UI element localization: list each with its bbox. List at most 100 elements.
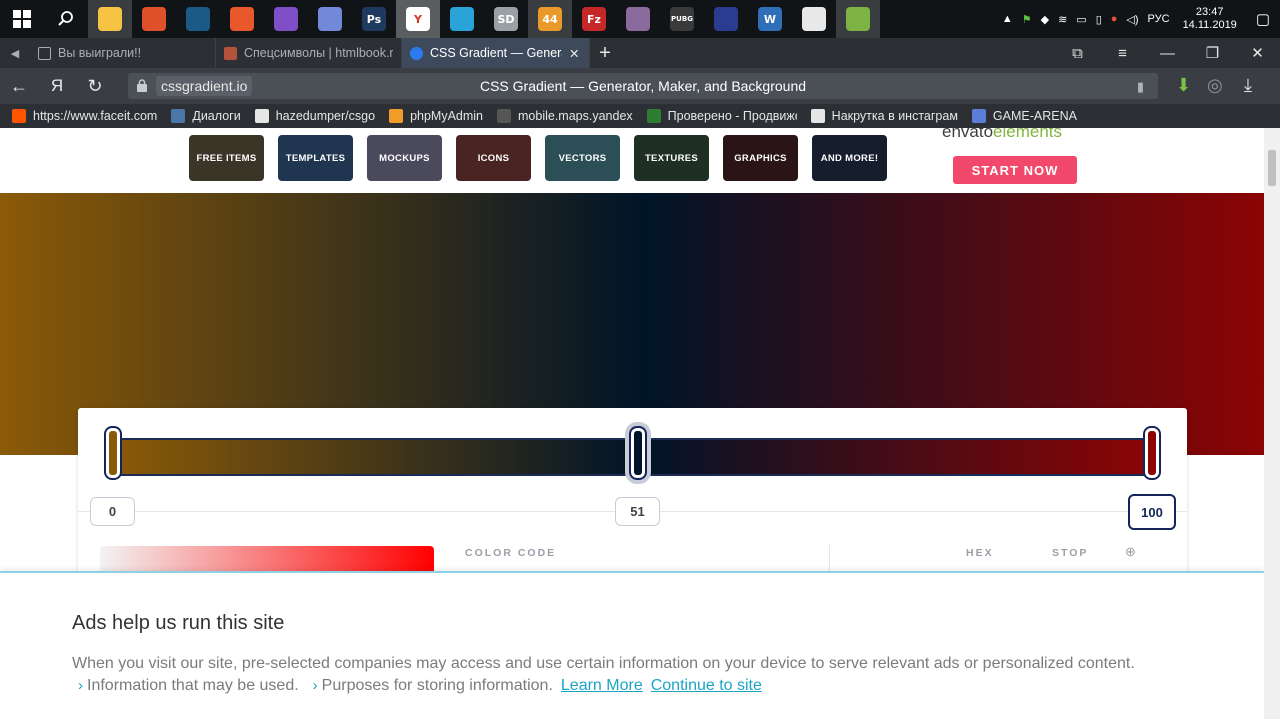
taskbar-cs[interactable] [792,0,836,38]
taskbar-telegram[interactable]: 44 [528,0,572,38]
flag-icon[interactable]: ⚑ [1022,13,1032,26]
envato-logo[interactable]: envatoelements [942,128,1062,142]
clock[interactable]: 23:47 14.11.2019 [1183,6,1237,32]
bookmark-item[interactable]: GAME-ARENA [971,109,1077,123]
close-tab-icon[interactable]: ✕ [569,46,579,61]
start-now-button[interactable]: START NOW [953,156,1077,184]
ad-tile-vectors[interactable]: VECTORS [545,135,620,181]
envato-brand: envato [942,128,994,141]
ad-tile-free-items[interactable]: FREE ITEMS [189,135,264,181]
bookmark-favicon-icon [971,109,986,123]
bookmark-item[interactable]: mobile.maps.yandex [497,109,633,123]
clock-date: 14.11.2019 [1182,19,1237,31]
taskbar-notepad[interactable] [836,0,880,38]
windows-start-icon [10,7,34,31]
address-bar-row: ← Я ↻ cssgradient.io CSS Gradient — Gene… [0,68,1280,104]
notepad-icon [846,7,870,31]
close-window-button[interactable]: ✕ [1235,44,1280,62]
taskbar-shield-app[interactable] [132,0,176,38]
reload-button[interactable]: ↻ [76,68,114,104]
taskbar-arrow-app[interactable] [220,0,264,38]
scrollbar-thumb[interactable] [1268,150,1276,186]
stop-label-0[interactable]: 0 [90,497,135,526]
system-tray: ▲ ⚑ ◆ ≋ ▭ ▯ ● ◁) РУС 23:47 14.11.2019 ▢ [1002,0,1280,38]
language-indicator[interactable]: РУС [1148,13,1170,25]
tab-audio-icon[interactable]: ◀ [0,47,30,60]
clipboard-icon[interactable]: ▯ [1096,13,1102,26]
taskbar-filezilla[interactable]: Fz [572,0,616,38]
bookmark-item[interactable]: hazedumper/csgo [254,109,375,123]
purposes-toggle[interactable]: › Purposes for storing information. [313,677,553,695]
taskbar-file-explorer[interactable] [88,0,132,38]
taskbar-windows-start[interactable] [0,0,44,38]
ad-tile-and-more[interactable]: AND MORE! [812,135,887,181]
taskbar-w-app[interactable]: W [748,0,792,38]
wifi-icon[interactable]: ≋ [1058,13,1067,26]
chevron-up-icon[interactable]: ▲ [1002,13,1013,25]
drop-icon[interactable]: ◆ [1041,13,1049,26]
steam-icon [186,7,210,31]
back-button[interactable]: ← [0,68,38,104]
omnibox[interactable]: cssgradient.io CSS Gradient — Generator,… [128,73,1158,99]
elements-brand: elements [993,128,1063,141]
tab-vy-vyigrali[interactable]: Вы выиграли!! [30,38,216,68]
bookmark-favicon-icon [646,109,661,123]
bookmark-item[interactable]: Проверено - Продвижение [646,109,797,123]
bookmark-favicon-icon [497,109,512,123]
page-scrollbar[interactable] [1264,128,1280,719]
stop-handle-100[interactable] [1145,428,1159,478]
taskbar-archive[interactable] [616,0,660,38]
pubg-icon: PUBG [670,7,694,31]
stop-label-100[interactable]: 100 [1128,494,1176,530]
tab-htmlbook[interactable]: Спецсимволы | htmlbook.ru [216,38,402,68]
info-used-toggle[interactable]: › Information that may be used. [78,677,299,695]
continue-to-site-link[interactable]: Continue to site [651,677,762,695]
tab-css-gradient[interactable]: CSS Gradient — Generator ✕ [402,38,590,68]
restore-button[interactable]: ❐ [1190,44,1235,62]
ad-tile-graphics[interactable]: GRAPHICS [723,135,798,181]
taskbar-discord[interactable] [308,0,352,38]
taskbar-photoshop[interactable]: Ps [352,0,396,38]
bookmark-item[interactable]: Диалоги [171,109,241,123]
protect-icon[interactable]: ◎ [1207,75,1223,96]
notification-badge-icon[interactable]: ● [1111,13,1118,25]
search-icon [54,7,78,31]
battery-icon[interactable]: ▭ [1076,13,1086,26]
clock-time: 23:47 [1195,6,1224,18]
yandex-button[interactable]: Я [38,68,76,104]
bookmark-icon[interactable]: ▮ [1137,79,1144,95]
arrow-app-icon [230,7,254,31]
taskbar-telegram-style[interactable] [440,0,484,38]
taskbar-yandex-browser[interactable]: Y [396,0,440,38]
window-controls: ⧉ ≡ — ❐ ✕ [1055,38,1280,68]
new-tab-button[interactable]: + [590,42,620,65]
add-stop-icon[interactable]: ⊕ [1125,544,1136,560]
bookmark-label: Проверено - Продвижение [667,109,797,123]
taskbar-app-disc[interactable] [704,0,748,38]
action-center-icon[interactable]: ▢ [1256,10,1270,28]
taskbar-pubg[interactable]: PUBG [660,0,704,38]
ad-tile-mockups[interactable]: MOCKUPS [367,135,442,181]
taskbar-search[interactable] [44,0,88,38]
download-arrow-icon[interactable]: ⬇ [1176,75,1191,96]
taskbar-steam[interactable] [176,0,220,38]
learn-more-link[interactable]: Learn More [561,677,643,695]
ad-tile-textures[interactable]: TEXTURES [634,135,709,181]
taskbar-gear-app[interactable]: SD [484,0,528,38]
menu-icon[interactable]: ≡ [1100,45,1145,62]
ad-tile-icons[interactable]: ICONS [456,135,531,181]
downloads-icon[interactable]: ⤓ [1244,75,1252,96]
stop-label-51[interactable]: 51 [615,497,660,526]
bookmark-favicon-icon [389,109,404,123]
bookmark-item[interactable]: https://www.faceit.com [12,109,157,123]
volume-icon[interactable]: ◁) [1126,13,1138,26]
bookmark-item[interactable]: phpMyAdmin [389,109,483,123]
minimize-button[interactable]: — [1145,45,1190,62]
stop-handle-0[interactable] [106,428,120,478]
bookmark-item[interactable]: Накрутка в инстаграм [810,109,958,123]
telegram-icon: 44 [538,7,562,31]
taskbar-visual-studio[interactable] [264,0,308,38]
bookmarks-collection-icon[interactable]: ⧉ [1055,45,1100,62]
stop-handle-51[interactable] [631,428,645,478]
ad-tile-templates[interactable]: TEMPLATES [278,135,353,181]
